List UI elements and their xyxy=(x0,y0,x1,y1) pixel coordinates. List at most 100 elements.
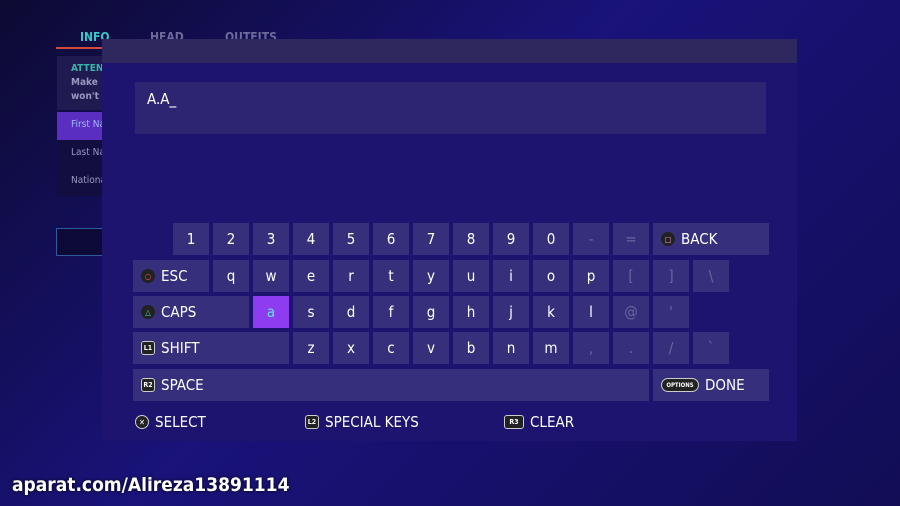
r2-button-icon: R2 xyxy=(141,378,155,392)
key-p[interactable]: p xyxy=(573,260,609,292)
key-label: \ xyxy=(708,267,714,285)
key-8[interactable]: 8 xyxy=(453,223,489,255)
footer-special-keys[interactable]: L2 SPECIAL KEYS xyxy=(305,413,419,431)
footer-select[interactable]: ✕ SELECT xyxy=(135,413,206,431)
key-shift[interactable]: L1 SHIFT xyxy=(133,332,289,364)
key-n[interactable]: n xyxy=(493,332,529,364)
key-symbol[interactable]: ' xyxy=(653,296,689,328)
key-label: . xyxy=(628,339,634,357)
text-input[interactable]: A.A_ xyxy=(135,82,766,134)
circle-button-icon: ○ xyxy=(141,269,155,283)
square-button-icon: □ xyxy=(661,232,675,246)
l2-button-icon: L2 xyxy=(305,415,319,429)
key-label: 5 xyxy=(346,230,356,248)
key-j[interactable]: j xyxy=(493,296,529,328)
cross-button-icon: ✕ xyxy=(135,415,149,429)
key-s[interactable]: s xyxy=(293,296,329,328)
key-d[interactable]: d xyxy=(333,296,369,328)
key-1[interactable]: 1 xyxy=(173,223,209,255)
key-7[interactable]: 7 xyxy=(413,223,449,255)
footer-label: SPECIAL KEYS xyxy=(325,413,419,431)
key-q[interactable]: q xyxy=(213,260,249,292)
key-u[interactable]: u xyxy=(453,260,489,292)
options-button-icon: OPTIONS xyxy=(661,378,699,392)
key-label: CAPS xyxy=(161,303,197,321)
key-label: ` xyxy=(707,339,715,357)
key-label: ] xyxy=(668,267,674,285)
key-label: g xyxy=(426,303,436,321)
key-a[interactable]: a xyxy=(253,296,289,328)
key-label: @ xyxy=(624,303,638,321)
key-symbol[interactable]: - xyxy=(573,223,609,255)
key-symbol[interactable]: ] xyxy=(653,260,689,292)
key-label: b xyxy=(466,339,476,357)
key-label: 3 xyxy=(266,230,276,248)
key-symbol[interactable]: ` xyxy=(693,332,729,364)
key-label: BACK xyxy=(681,230,718,248)
key-symbol[interactable]: [ xyxy=(613,260,649,292)
key-label: h xyxy=(466,303,476,321)
key-g[interactable]: g xyxy=(413,296,449,328)
key-label: l xyxy=(589,303,593,321)
key-label: [ xyxy=(628,267,634,285)
key-label: 4 xyxy=(306,230,316,248)
key-label: SPACE xyxy=(161,376,204,394)
key-done[interactable]: OPTIONS DONE xyxy=(653,369,769,401)
key-symbol[interactable]: / xyxy=(653,332,689,364)
key-h[interactable]: h xyxy=(453,296,489,328)
key-k[interactable]: k xyxy=(533,296,569,328)
key-label: r xyxy=(348,267,354,285)
key-e[interactable]: e xyxy=(293,260,329,292)
key-4[interactable]: 4 xyxy=(293,223,329,255)
key-label: p xyxy=(586,267,596,285)
key-label: - xyxy=(588,230,594,248)
key-label: m xyxy=(544,339,558,357)
key-i[interactable]: i xyxy=(493,260,529,292)
dialog-header xyxy=(102,39,797,63)
key-x[interactable]: x xyxy=(333,332,369,364)
key-c[interactable]: c xyxy=(373,332,409,364)
key-m[interactable]: m xyxy=(533,332,569,364)
key-label: w xyxy=(265,267,277,285)
key-b[interactable]: b xyxy=(453,332,489,364)
key-5[interactable]: 5 xyxy=(333,223,369,255)
key-label: a xyxy=(266,303,276,321)
key-label: i xyxy=(509,267,513,285)
key-2[interactable]: 2 xyxy=(213,223,249,255)
key-label: u xyxy=(466,267,476,285)
triangle-button-icon: △ xyxy=(141,305,155,319)
key-o[interactable]: o xyxy=(533,260,569,292)
key-label: z xyxy=(307,339,315,357)
key-space[interactable]: R2 SPACE xyxy=(133,369,649,401)
key-label: c xyxy=(387,339,395,357)
key-caps[interactable]: △ CAPS xyxy=(133,296,249,328)
key-label: j xyxy=(509,303,513,321)
key-t[interactable]: t xyxy=(373,260,409,292)
key-label: o xyxy=(546,267,556,285)
key-label: 9 xyxy=(506,230,516,248)
key-6[interactable]: 6 xyxy=(373,223,409,255)
key-9[interactable]: 9 xyxy=(493,223,529,255)
key-label: 6 xyxy=(386,230,396,248)
key-label: x xyxy=(347,339,355,357)
r3-button-icon: R3 xyxy=(504,415,524,429)
key-l[interactable]: l xyxy=(573,296,609,328)
key-y[interactable]: y xyxy=(413,260,449,292)
key-0[interactable]: 0 xyxy=(533,223,569,255)
footer-clear[interactable]: R3 CLEAR xyxy=(504,413,574,431)
key-w[interactable]: w xyxy=(253,260,289,292)
key-symbol[interactable]: @ xyxy=(613,296,649,328)
key-label: 8 xyxy=(466,230,476,248)
key-esc[interactable]: ○ ESC xyxy=(133,260,209,292)
key-symbol[interactable]: = xyxy=(613,223,649,255)
key-label: n xyxy=(506,339,516,357)
key-symbol[interactable]: \ xyxy=(693,260,729,292)
key-z[interactable]: z xyxy=(293,332,329,364)
key-symbol[interactable]: , xyxy=(573,332,609,364)
key-f[interactable]: f xyxy=(373,296,409,328)
key-v[interactable]: v xyxy=(413,332,449,364)
key-symbol[interactable]: . xyxy=(613,332,649,364)
key-back[interactable]: □ BACK xyxy=(653,223,769,255)
key-r[interactable]: r xyxy=(333,260,369,292)
key-3[interactable]: 3 xyxy=(253,223,289,255)
